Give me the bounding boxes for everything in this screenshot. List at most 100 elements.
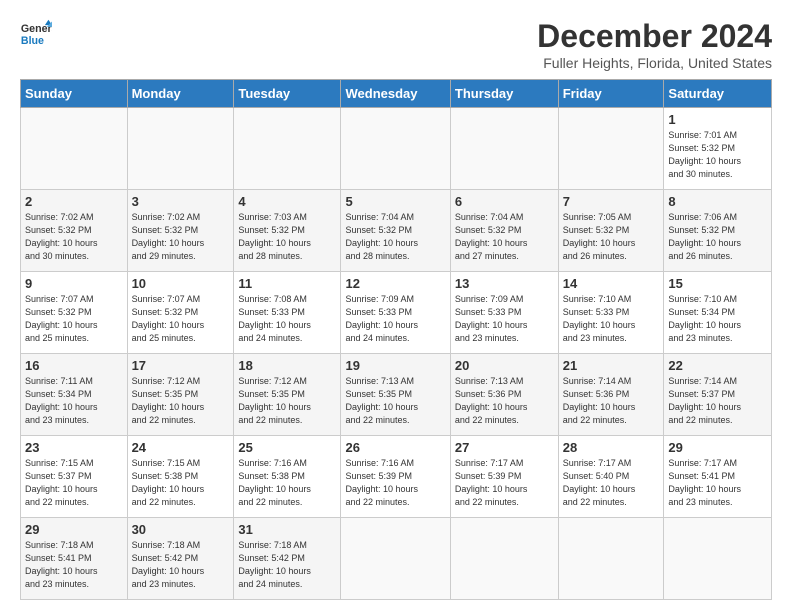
day-info: Sunrise: 7:10 AM Sunset: 5:33 PM Dayligh…: [563, 294, 636, 343]
calendar-cell: [341, 518, 450, 600]
calendar-cell: 17 Sunrise: 7:12 AM Sunset: 5:35 PM Dayli…: [127, 354, 234, 436]
day-number: 18: [238, 358, 336, 373]
day-info: Sunrise: 7:04 AM Sunset: 5:32 PM Dayligh…: [345, 212, 418, 261]
day-number: 8: [668, 194, 767, 209]
calendar-cell: [127, 108, 234, 190]
calendar-cell: 8 Sunrise: 7:06 AM Sunset: 5:32 PM Daylig…: [664, 190, 772, 272]
calendar-cell: 18 Sunrise: 7:12 AM Sunset: 5:35 PM Dayli…: [234, 354, 341, 436]
day-info: Sunrise: 7:18 AM Sunset: 5:42 PM Dayligh…: [238, 540, 311, 589]
day-number: 29: [25, 522, 123, 537]
calendar-cell: 23 Sunrise: 7:15 AM Sunset: 5:37 PM Dayli…: [21, 436, 128, 518]
calendar-cell: 10Sunrise: 7:07 AM Sunset: 5:32 PM Dayli…: [127, 272, 234, 354]
calendar-cell: 4Sunrise: 7:03 AM Sunset: 5:32 PM Daylig…: [234, 190, 341, 272]
calendar-cell: 27 Sunrise: 7:17 AM Sunset: 5:39 PM Dayli…: [450, 436, 558, 518]
day-number: 10: [132, 276, 230, 291]
day-info: Sunrise: 7:17 AM Sunset: 5:41 PM Dayligh…: [668, 458, 741, 507]
day-number: 21: [563, 358, 660, 373]
calendar-cell: 22Sunrise: 7:14 AM Sunset: 5:37 PM Dayli…: [664, 354, 772, 436]
day-number: 7: [563, 194, 660, 209]
calendar-cell: 28 Sunrise: 7:17 AM Sunset: 5:40 PM Dayli…: [558, 436, 664, 518]
col-tuesday: Tuesday: [234, 80, 341, 108]
day-info: Sunrise: 7:07 AM Sunset: 5:32 PM Dayligh…: [25, 294, 98, 343]
day-number: 25: [238, 440, 336, 455]
day-number: 23: [25, 440, 123, 455]
calendar-cell: [558, 108, 664, 190]
day-info: Sunrise: 7:14 AM Sunset: 5:36 PM Dayligh…: [563, 376, 636, 425]
calendar-cell: [450, 518, 558, 600]
day-number: 29: [668, 440, 767, 455]
calendar-cell: 29 Sunrise: 7:18 AM Sunset: 5:41 PM Dayli…: [21, 518, 128, 600]
day-number: 14: [563, 276, 660, 291]
day-info: Sunrise: 7:12 AM Sunset: 5:35 PM Dayligh…: [132, 376, 205, 425]
day-info: Sunrise: 7:05 AM Sunset: 5:32 PM Dayligh…: [563, 212, 636, 261]
calendar-cell: 13 Sunrise: 7:09 AM Sunset: 5:33 PM Dayli…: [450, 272, 558, 354]
day-info: Sunrise: 7:18 AM Sunset: 5:41 PM Dayligh…: [25, 540, 98, 589]
day-number: 19: [345, 358, 445, 373]
day-number: 2: [25, 194, 123, 209]
calendar-cell: 24Sunrise: 7:15 AM Sunset: 5:38 PM Dayli…: [127, 436, 234, 518]
calendar-cell: [341, 108, 450, 190]
calendar-cell: 25 Sunrise: 7:16 AM Sunset: 5:38 PM Dayli…: [234, 436, 341, 518]
day-number: 27: [455, 440, 554, 455]
title-block: December 2024 Fuller Heights, Florida, U…: [537, 18, 772, 71]
day-number: 17: [132, 358, 230, 373]
day-info: Sunrise: 7:10 AM Sunset: 5:34 PM Dayligh…: [668, 294, 741, 343]
day-number: 15: [668, 276, 767, 291]
day-number: 26: [345, 440, 445, 455]
day-number: 12: [345, 276, 445, 291]
logo-icon: General Blue: [20, 18, 52, 50]
day-info: Sunrise: 7:12 AM Sunset: 5:35 PM Dayligh…: [238, 376, 311, 425]
day-info: Sunrise: 7:16 AM Sunset: 5:38 PM Dayligh…: [238, 458, 311, 507]
day-info: Sunrise: 7:02 AM Sunset: 5:32 PM Dayligh…: [132, 212, 205, 261]
day-number: 28: [563, 440, 660, 455]
calendar-cell: 11 Sunrise: 7:08 AM Sunset: 5:33 PM Dayli…: [234, 272, 341, 354]
calendar-cell: 30Sunrise: 7:18 AM Sunset: 5:42 PM Dayli…: [127, 518, 234, 600]
day-info: Sunrise: 7:09 AM Sunset: 5:33 PM Dayligh…: [345, 294, 418, 343]
col-saturday: Saturday: [664, 80, 772, 108]
day-info: Sunrise: 7:17 AM Sunset: 5:40 PM Dayligh…: [563, 458, 636, 507]
calendar-cell: 5Sunrise: 7:04 AM Sunset: 5:32 PM Daylig…: [341, 190, 450, 272]
col-monday: Monday: [127, 80, 234, 108]
calendar-cell: 14 Sunrise: 7:10 AM Sunset: 5:33 PM Dayli…: [558, 272, 664, 354]
header: General Blue December 2024 Fuller Height…: [20, 18, 772, 71]
calendar-cell: [558, 518, 664, 600]
day-info: Sunrise: 7:03 AM Sunset: 5:32 PM Dayligh…: [238, 212, 311, 261]
calendar-cell: [664, 518, 772, 600]
calendar-cell: 1Sunrise: 7:01 AM Sunset: 5:32 PM Daylig…: [664, 108, 772, 190]
col-thursday: Thursday: [450, 80, 558, 108]
day-info: Sunrise: 7:06 AM Sunset: 5:32 PM Dayligh…: [668, 212, 741, 261]
day-number: 13: [455, 276, 554, 291]
col-friday: Friday: [558, 80, 664, 108]
day-number: 31: [238, 522, 336, 537]
day-info: Sunrise: 7:08 AM Sunset: 5:33 PM Dayligh…: [238, 294, 311, 343]
day-info: Sunrise: 7:18 AM Sunset: 5:42 PM Dayligh…: [132, 540, 205, 589]
day-info: Sunrise: 7:13 AM Sunset: 5:36 PM Dayligh…: [455, 376, 528, 425]
day-number: 16: [25, 358, 123, 373]
day-number: 3: [132, 194, 230, 209]
calendar-cell: [450, 108, 558, 190]
day-info: Sunrise: 7:11 AM Sunset: 5:34 PM Dayligh…: [25, 376, 98, 425]
col-wednesday: Wednesday: [341, 80, 450, 108]
day-number: 24: [132, 440, 230, 455]
day-number: 9: [25, 276, 123, 291]
calendar-cell: 26 Sunrise: 7:16 AM Sunset: 5:39 PM Dayli…: [341, 436, 450, 518]
logo: General Blue: [20, 18, 52, 50]
day-info: Sunrise: 7:13 AM Sunset: 5:35 PM Dayligh…: [345, 376, 418, 425]
day-info: Sunrise: 7:09 AM Sunset: 5:33 PM Dayligh…: [455, 294, 528, 343]
day-number: 22: [668, 358, 767, 373]
day-number: 11: [238, 276, 336, 291]
calendar-cell: 3 Sunrise: 7:02 AM Sunset: 5:32 PM Daylig…: [127, 190, 234, 272]
calendar-cell: 19 Sunrise: 7:13 AM Sunset: 5:35 PM Dayli…: [341, 354, 450, 436]
day-info: Sunrise: 7:17 AM Sunset: 5:39 PM Dayligh…: [455, 458, 528, 507]
day-info: Sunrise: 7:15 AM Sunset: 5:37 PM Dayligh…: [25, 458, 98, 507]
calendar-header-row: Sunday Monday Tuesday Wednesday Thursday…: [21, 80, 772, 108]
calendar-cell: 29 Sunrise: 7:17 AM Sunset: 5:41 PM Dayli…: [664, 436, 772, 518]
calendar-cell: 31 Sunrise: 7:18 AM Sunset: 5:42 PM Dayli…: [234, 518, 341, 600]
svg-text:Blue: Blue: [21, 35, 44, 47]
day-info: Sunrise: 7:16 AM Sunset: 5:39 PM Dayligh…: [345, 458, 418, 507]
day-info: Sunrise: 7:02 AM Sunset: 5:32 PM Dayligh…: [25, 212, 98, 261]
calendar-cell: 20Sunrise: 7:13 AM Sunset: 5:36 PM Dayli…: [450, 354, 558, 436]
day-number: 6: [455, 194, 554, 209]
day-info: Sunrise: 7:04 AM Sunset: 5:32 PM Dayligh…: [455, 212, 528, 261]
calendar-cell: 6 Sunrise: 7:04 AM Sunset: 5:32 PM Daylig…: [450, 190, 558, 272]
